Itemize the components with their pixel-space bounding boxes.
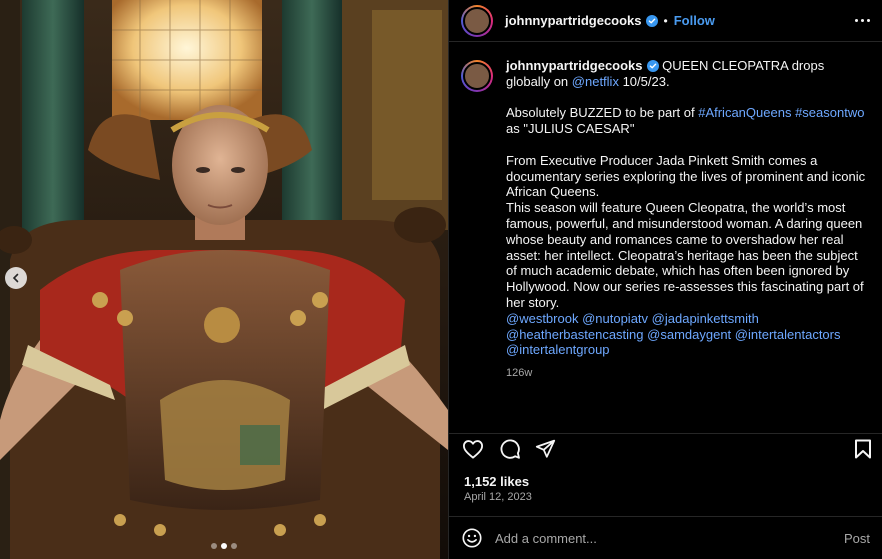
post-date[interactable]: April 12, 2023 [464,491,532,503]
bookmark-icon [855,439,871,459]
chevron-left-icon [12,273,19,283]
post-panel: johnnypartridgecooks • Follow johnnypart… [448,0,882,559]
mention-link[interactable]: @samdaygent [647,327,731,342]
mention-link[interactable]: @intertalentgroup [506,342,610,357]
like-button[interactable] [462,439,484,464]
caption-paragraph: From Executive Producer Jada Pinkett Smi… [506,152,866,200]
speech-bubble-icon [500,439,520,459]
carousel-prev-button[interactable] [5,267,27,289]
comments-section[interactable]: johnnypartridgecooks QUEEN CLEOPATRA dro… [449,42,882,433]
carousel-dot [211,543,217,549]
header-username[interactable]: johnnypartridgecooks [505,13,642,28]
like-count[interactable]: 1,152 likes [464,474,529,489]
mention-link[interactable]: @heatherbastencasting [506,327,644,342]
follow-button[interactable]: Follow [674,13,715,28]
more-options-button[interactable] [855,13,870,28]
save-button[interactable] [854,439,872,464]
caption-line1-tail: 10/5/23. [622,73,670,89]
carousel-indicator [0,543,448,549]
avatar[interactable] [461,4,493,37]
post-photo [0,0,448,559]
caption-line2-tail: as "JULIUS CAESAR" [506,121,635,137]
comment-button[interactable] [499,438,521,465]
mentions-list: @westbrook @nutopiatv @jadapinkettsmith … [506,311,866,358]
caption-line2: Absolutely BUZZED to be part of [506,105,695,121]
caption-paragraph: This season will feature Queen Cleopatra… [506,200,864,310]
paper-plane-icon [535,439,556,458]
carousel-dot [231,543,237,549]
caption-text: johnnypartridgecooks QUEEN CLEOPATRA dro… [506,58,866,382]
comment-bar: Post [449,516,882,559]
heart-icon [462,440,483,459]
caption-avatar[interactable] [461,60,493,92]
action-bar [449,433,882,463]
mention-link[interactable]: @nutopiatv [582,311,648,326]
caption-block: johnnypartridgecooks QUEEN CLEOPATRA dro… [461,58,868,382]
header-separator: • [663,13,668,28]
caption-username[interactable]: johnnypartridgecooks [506,58,643,73]
comment-input[interactable] [495,530,844,546]
hashtag-link[interactable]: #seasontwo [795,105,864,120]
ellipsis-icon [855,19,858,22]
post-comment-button[interactable]: Post [844,531,870,546]
smiley-icon[interactable] [461,527,483,549]
mention-link[interactable]: @westbrook [506,311,578,326]
carousel-dot-active [221,543,227,549]
mention-link[interactable]: @netflix [572,74,619,89]
verified-badge-icon [645,14,658,27]
caption-age[interactable]: 126w [506,366,866,382]
mention-link[interactable]: @intertalentactors [735,327,841,342]
mention-link[interactable]: @jadapinkettsmith [652,311,759,326]
share-button[interactable] [535,438,556,464]
post-header: johnnypartridgecooks • Follow [449,0,882,42]
verified-badge-icon [646,60,659,72]
post-media[interactable] [0,0,448,559]
hashtag-link[interactable]: #AfricanQueens [698,105,791,120]
